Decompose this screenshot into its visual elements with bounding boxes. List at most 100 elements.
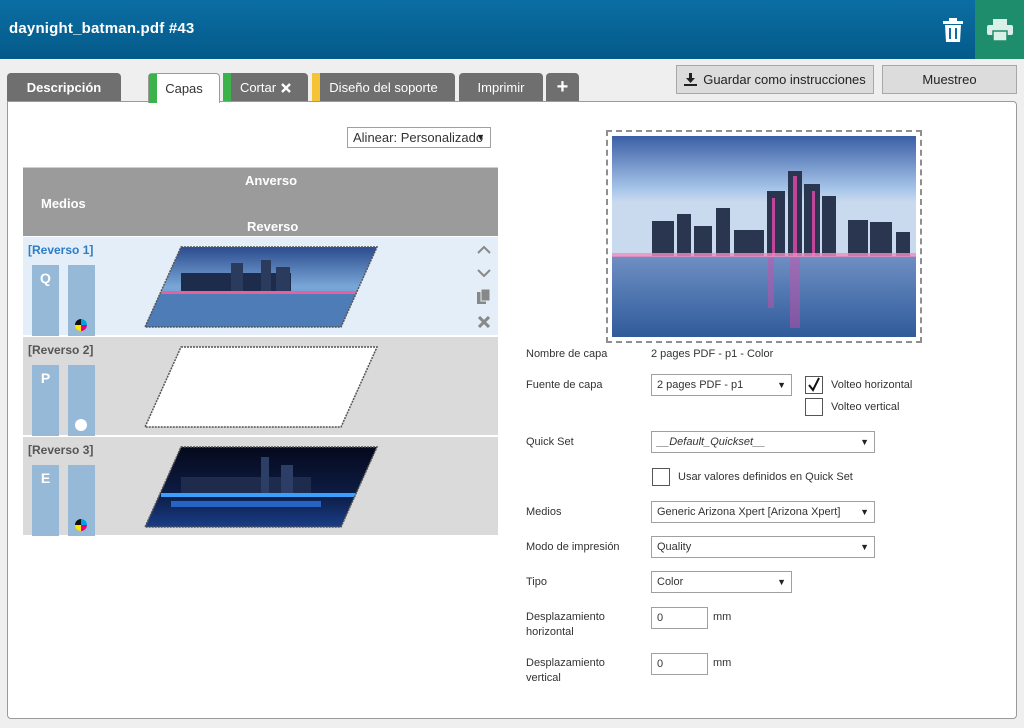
cmyk-ink-icon <box>75 519 87 531</box>
layer-name: [Reverso 2] <box>28 343 94 357</box>
media-select[interactable]: Generic Arizona Xpert [Arizona Xpert] ▼ <box>651 501 875 523</box>
window-title: daynight_batman.pdf #43 <box>9 20 195 37</box>
offset-vertical-label-1: Desplazamiento <box>526 657 605 669</box>
caret-down-icon: ▼ <box>860 542 869 552</box>
print-mode-label: Modo de impresión <box>526 541 620 553</box>
white-ink-icon <box>75 419 87 431</box>
tab-label: Capas <box>165 81 203 96</box>
muestreo-button[interactable]: Muestreo <box>882 65 1017 94</box>
media-letter: P <box>40 370 51 386</box>
layer-row-3[interactable]: [Reverso 3] E <box>23 437 498 536</box>
offset-vertical-unit: mm <box>713 657 732 669</box>
layer-source-label: Fuente de capa <box>526 379 603 391</box>
print-button[interactable] <box>975 0 1024 59</box>
add-tab-button[interactable]: + <box>546 73 579 102</box>
offset-vertical-input[interactable]: 0 <box>651 653 708 675</box>
layer-preview <box>606 130 922 343</box>
layer-name-label: Nombre de capa <box>526 348 608 360</box>
media-letter-bar: P <box>32 365 59 436</box>
tab-cortar[interactable]: Cortar <box>223 73 308 102</box>
offset-horizontal-label-1: Desplazamiento <box>526 611 605 623</box>
type-select[interactable]: Color ▼ <box>651 571 792 593</box>
layers-table-header: Medios Anverso Reverso <box>23 167 498 236</box>
plus-icon: + <box>556 76 569 98</box>
trash-icon <box>942 17 963 42</box>
offset-vertical-label-2: vertical <box>526 672 561 684</box>
layer-thumbnail[interactable] <box>141 445 381 529</box>
layer-row-2[interactable]: [Reverso 2] P <box>23 337 498 436</box>
status-strip-green <box>223 73 231 102</box>
offset-horizontal-input[interactable]: 0 <box>651 607 708 629</box>
tab-label: Imprimir <box>477 80 525 95</box>
ink-bar <box>68 265 95 336</box>
print-mode-select[interactable]: Quality ▼ <box>651 536 875 558</box>
media-letter-bar: E <box>32 465 59 536</box>
header-reverso: Reverso <box>247 219 299 234</box>
save-as-instructions-button[interactable]: Guardar como instrucciones <box>676 65 874 94</box>
quickset-label: Quick Set <box>526 436 574 448</box>
caret-down-icon: ▼ <box>860 437 869 447</box>
tab-imprimir[interactable]: Imprimir <box>459 73 543 102</box>
delete-job-button[interactable] <box>930 0 975 59</box>
offset-horizontal-label-2: horizontal <box>526 626 574 638</box>
tab-descripcion[interactable]: Descripción <box>7 73 121 102</box>
layer-name-value: 2 pages PDF - p1 - Color <box>651 348 774 360</box>
tab-label: Cortar <box>239 80 277 95</box>
layer-name: [Reverso 1] <box>28 243 94 257</box>
layer-source-value: 2 pages PDF - p1 <box>657 379 744 391</box>
status-strip-green <box>149 74 157 103</box>
layer-name: [Reverso 3] <box>28 443 94 457</box>
tab-capas[interactable]: Capas <box>148 73 220 103</box>
offset-horizontal-value: 0 <box>657 612 664 624</box>
header-anverso: Anverso <box>245 173 298 188</box>
muestreo-label: Muestreo <box>922 72 977 87</box>
preview-image <box>612 136 916 337</box>
offset-horizontal-unit: mm <box>713 611 732 623</box>
quickset-value: __Default_Quickset__ <box>657 436 766 448</box>
tab-label: Descripción <box>26 80 102 95</box>
cmyk-ink-icon <box>75 319 87 331</box>
caret-down-icon: ▼ <box>777 380 786 390</box>
media-letter: E <box>40 470 51 486</box>
layer-thumbnail[interactable] <box>141 345 381 429</box>
print-mode-value: Quality <box>657 541 692 553</box>
caret-down-icon: ▼ <box>476 132 485 142</box>
align-select[interactable]: Alinear: Personalizado ▼ <box>347 127 491 148</box>
save-label: Guardar como instrucciones <box>703 72 866 87</box>
close-icon <box>478 316 490 328</box>
type-value: Color <box>657 576 684 588</box>
layer-source-select[interactable]: 2 pages PDF - p1 ▼ <box>651 374 792 396</box>
checkmark-icon <box>808 377 820 392</box>
move-up-button[interactable] <box>475 240 493 258</box>
close-icon <box>281 82 291 93</box>
use-quickset-label: Usar valores definidos en Quick Set <box>678 471 853 483</box>
caret-down-icon: ▼ <box>860 507 869 517</box>
caret-down-icon: ▼ <box>777 577 786 587</box>
use-quickset-checkbox[interactable] <box>652 468 670 486</box>
type-label: Tipo <box>526 576 547 588</box>
quickset-select[interactable]: __Default_Quickset__ ▼ <box>651 431 875 453</box>
header-medios: Medios <box>41 196 86 211</box>
download-icon <box>684 73 698 86</box>
offset-vertical-value: 0 <box>657 658 664 670</box>
layer-row-1[interactable]: [Reverso 1] Q <box>23 237 498 336</box>
flip-vertical-label: Volteo vertical <box>831 401 900 413</box>
layer-thumbnail[interactable] <box>141 245 381 329</box>
chevron-down-icon <box>477 268 491 277</box>
flip-horizontal-checkbox[interactable] <box>805 376 823 394</box>
ink-bar <box>68 465 95 536</box>
move-down-button[interactable] <box>475 264 493 282</box>
printer-icon <box>986 18 1013 41</box>
copy-icon <box>477 289 491 304</box>
tab-diseno-soporte[interactable]: Diseño del soporte <box>312 73 455 102</box>
media-letter: Q <box>40 270 51 286</box>
tab-label: Diseño del soporte <box>329 80 438 95</box>
flip-vertical-checkbox[interactable] <box>805 398 823 416</box>
media-letter-bar: Q <box>32 265 59 336</box>
chevron-up-icon <box>477 245 491 254</box>
align-select-value: Alinear: Personalizado <box>353 130 484 145</box>
app-header: daynight_batman.pdf #43 <box>0 0 1024 59</box>
copy-layer-button[interactable] <box>475 288 493 306</box>
status-strip-yellow <box>312 73 320 102</box>
delete-layer-button[interactable] <box>475 313 493 331</box>
